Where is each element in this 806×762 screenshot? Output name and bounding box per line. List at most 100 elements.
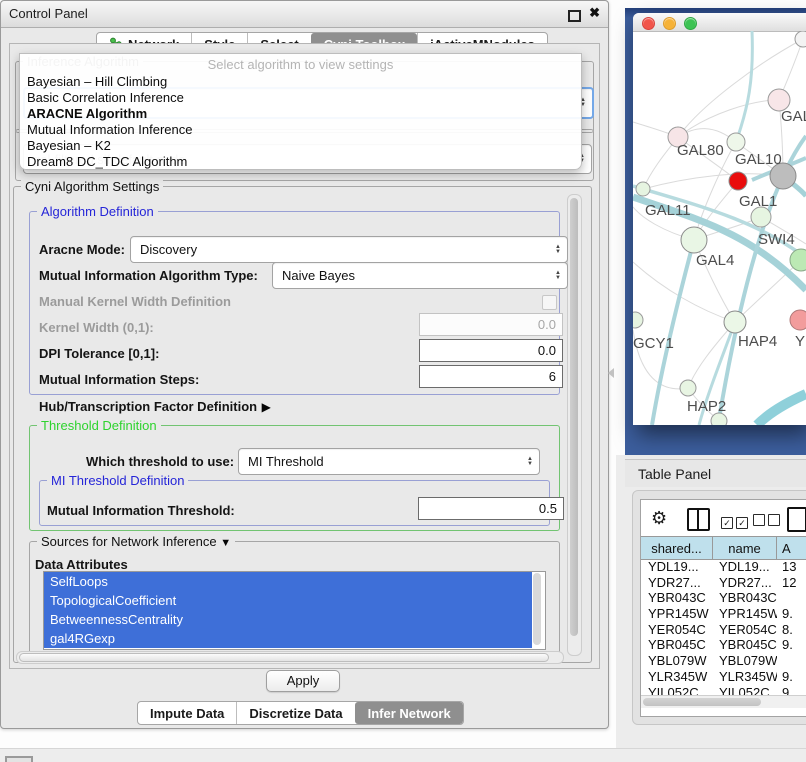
table-cell: YBR045C	[713, 637, 777, 653]
table-cell: YBL079W	[641, 653, 713, 669]
table-row[interactable]: YBR045CYBR045C9.	[641, 637, 806, 653]
column-header-shared-name[interactable]: shared...	[641, 537, 713, 559]
column-layout-button[interactable]	[687, 508, 710, 531]
dpi-tolerance-input[interactable]: 0.0	[419, 339, 563, 362]
menu-item-bayesian-hill-climbing[interactable]: Bayesian – Hill Climbing	[20, 74, 581, 90]
network-node[interactable]	[751, 207, 771, 227]
panel-splitter-handle[interactable]	[608, 368, 614, 378]
kernel-width-input[interactable]: 0.0	[419, 313, 563, 336]
table-cell: 9.	[777, 606, 806, 622]
aracne-mode-value: Discovery	[140, 242, 197, 257]
table-row[interactable]: YDL19...YDL19...13	[641, 559, 806, 575]
close-traffic-light-icon[interactable]	[642, 17, 655, 30]
table-cell: YER054C	[713, 622, 777, 638]
tab-infer-network-label: Infer Network	[368, 706, 451, 721]
network-node[interactable]	[681, 227, 707, 253]
table-cell: YLR345W	[641, 669, 713, 685]
attribute-list-item[interactable]: gal4RGexp	[44, 629, 532, 648]
network-node[interactable]	[795, 31, 806, 47]
minimize-traffic-light-icon[interactable]	[663, 17, 676, 30]
network-node[interactable]	[727, 133, 745, 151]
table-row[interactable]: YPR145WYPR145W9.	[641, 606, 806, 622]
bottom-panel-button[interactable]	[5, 756, 33, 762]
network-node-label: SWI4	[758, 231, 795, 248]
scrollbar-thumb[interactable]	[570, 198, 578, 636]
network-node[interactable]	[729, 172, 747, 190]
dpi-tolerance-label: DPI Tolerance [0,1]:	[39, 346, 159, 361]
sources-group-label[interactable]: Sources for Network Inference ▼	[37, 534, 235, 549]
mi-threshold-input[interactable]: 0.5	[418, 497, 564, 520]
cyni-algorithm-settings-label: Cyni Algorithm Settings	[21, 179, 163, 194]
table-cell: YBL079W	[713, 653, 777, 669]
combo-stepper-icon: ▲▼	[555, 245, 567, 255]
aracne-mode-combo[interactable]: Discovery ▲▼	[130, 236, 568, 263]
network-node-label: GAL11	[645, 202, 691, 219]
menu-item-mutual-information[interactable]: Mutual Information Inference	[20, 122, 581, 138]
mi-steps-input[interactable]: 6	[419, 365, 563, 388]
menu-item-dream8[interactable]: Dream8 DC_TDC Algorithm	[20, 154, 581, 170]
network-node[interactable]	[636, 182, 650, 196]
aracne-mode-label: Aracne Mode:	[39, 242, 125, 257]
manual-kernel-checkbox[interactable]	[542, 295, 557, 310]
network-node[interactable]	[633, 312, 643, 328]
menu-item-bayesian-k2[interactable]: Bayesian – K2	[20, 138, 581, 154]
which-threshold-combo[interactable]: MI Threshold ▲▼	[238, 448, 540, 475]
control-panel-window: Control Panel ✖ Network Style Select Cyn…	[0, 0, 609, 729]
bottom-toolbar-strip	[0, 748, 806, 762]
mi-type-combo[interactable]: Naive Bayes ▲▼	[272, 262, 568, 289]
table-cell: 8.	[777, 622, 806, 638]
scrollbar-thumb[interactable]	[643, 698, 761, 706]
menu-item-basic-correlation[interactable]: Basic Correlation Inference	[20, 90, 581, 106]
network-node[interactable]	[680, 380, 696, 396]
close-icon[interactable]: ✖	[589, 5, 600, 21]
attribute-list-item[interactable]: TopologicalCoefficient	[44, 591, 532, 610]
network-node-label: HAP4	[738, 333, 777, 350]
tab-impute-data[interactable]: Impute Data	[138, 702, 236, 724]
table-row[interactable]: YDR27...YDR27...12	[641, 575, 806, 591]
network-edge[interactable]	[678, 100, 779, 137]
table-cell: 9.	[777, 669, 806, 685]
table-row[interactable]: YER054CYER054C8.	[641, 622, 806, 638]
network-canvas[interactable]: GAL8GAL80GAL10GAL11GAL1SWI4GAL4GCY1HAP4Y…	[633, 31, 806, 425]
export-table-button[interactable]	[787, 507, 806, 532]
float-window-icon[interactable]	[568, 10, 581, 22]
hub-definition-label: Hub/Transcription Factor Definition	[39, 399, 257, 414]
table-settings-button[interactable]: ⚙	[651, 508, 667, 529]
column-header-partial[interactable]: A	[777, 537, 806, 559]
attribute-list-item[interactable]: BetweennessCentrality	[44, 610, 532, 629]
apply-button[interactable]: Apply	[266, 670, 340, 692]
table-row[interactable]: YBL079WYBL079W	[641, 653, 806, 669]
network-window-titlebar	[633, 13, 806, 32]
network-edge[interactable]	[757, 394, 806, 425]
table-row[interactable]: YLR345WYLR345W9.	[641, 669, 806, 685]
table-row[interactable]: YBR043CYBR043C	[641, 590, 806, 606]
settings-horizontal-scrollbar[interactable]	[16, 651, 564, 664]
deselect-all-columns-button[interactable]	[753, 513, 780, 531]
attributes-list-scrollbar[interactable]	[533, 573, 541, 645]
attribute-list-item[interactable]: SelfLoops	[44, 572, 532, 591]
table-horizontal-scrollbar[interactable]	[641, 695, 806, 708]
zoom-traffic-light-icon[interactable]	[684, 17, 697, 30]
network-node[interactable]	[790, 310, 806, 330]
settings-vertical-scrollbar[interactable]	[567, 194, 582, 656]
network-node[interactable]	[724, 311, 746, 333]
tab-discretize-data[interactable]: Discretize Data	[236, 702, 354, 724]
table-browser: ⚙ ✓✓ shared... name A YDL19...YDL19...13…	[640, 499, 806, 717]
select-all-columns-button[interactable]: ✓✓	[721, 513, 748, 531]
network-edge[interactable]	[736, 31, 752, 142]
table-cell: YLR345W	[713, 669, 777, 685]
hub-definition-expander[interactable]: Hub/Transcription Factor Definition ▶	[39, 398, 271, 416]
gear-icon: ⚙	[651, 508, 667, 528]
network-node-label: GCY1	[633, 335, 674, 352]
network-node-label: GAL1	[739, 193, 777, 210]
menu-item-aracne[interactable]: ARACNE Algorithm	[20, 106, 581, 122]
table-cell: YDL19...	[641, 559, 713, 575]
collapse-arrow-icon: ▼	[220, 537, 231, 549]
column-header-name[interactable]: name	[713, 537, 777, 559]
attributes-list[interactable]: SelfLoopsTopologicalCoefficientBetweenne…	[43, 571, 546, 650]
tab-infer-network[interactable]: Infer Network	[355, 702, 463, 724]
unchecked-checkbox-icon	[768, 514, 780, 526]
table-cell: YDR27...	[641, 575, 713, 591]
scrollbar-thumb[interactable]	[19, 653, 549, 662]
table-panel-title: Table Panel	[625, 459, 806, 487]
